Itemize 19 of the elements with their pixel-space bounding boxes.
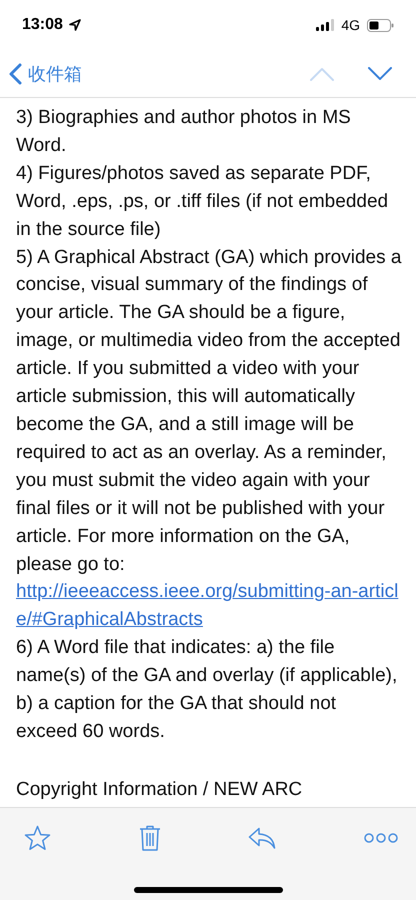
network-type: 4G — [341, 17, 360, 33]
battery-icon — [367, 18, 394, 32]
location-arrow-icon — [68, 19, 81, 31]
star-icon — [24, 825, 51, 851]
email-paragraph: 5) A Graphical Abstract (GA) which provides a concise, visual summary of the findings of your article. The GA should be a figure, image, or multimedia video from the accepted article. If you submitted a video with your article submission, this will automatically become the GA, and a still image will be required to act as an overlay. As a reminder, you must submit the video again with your final files or it will not be published with your article. For more information on the GA, please go to: http://ieeeaccess.ieee.org/submitting-an-article/#GraphicalAbstracts — [16, 244, 402, 634]
email-paragraph: 4) Figures/photos saved as separate PDF, Word, .eps, .ps, or .tiff files (if not embedded in the source file) — [16, 162, 390, 242]
chevron-left-icon — [9, 62, 22, 84]
status-time: 13:08 — [22, 16, 63, 34]
link[interactable]: http://ieeeaccess.ieee.org/submitting-an-article/#GraphicalAbstracts — [16, 578, 402, 634]
chevron-down-icon — [368, 66, 392, 80]
signal-icon — [316, 19, 334, 31]
more-dots-icon — [364, 833, 398, 843]
email-paragraph: 6) A Word file that indicates: a) the file name(s) of the GA and overlay (if applicable), b) a caption for the GA that should not exceed 60 words. — [16, 636, 398, 744]
trash-icon — [138, 825, 161, 851]
back-button[interactable]: 收件箱 — [9, 62, 82, 86]
email-paragraph: 3) Biographies and author photos in MS Word. — [16, 106, 352, 158]
section-heading: Copyright Information / NEW ARC — [16, 778, 304, 802]
reply-arrow-icon — [248, 827, 276, 849]
chevron-up-icon — [310, 66, 334, 80]
